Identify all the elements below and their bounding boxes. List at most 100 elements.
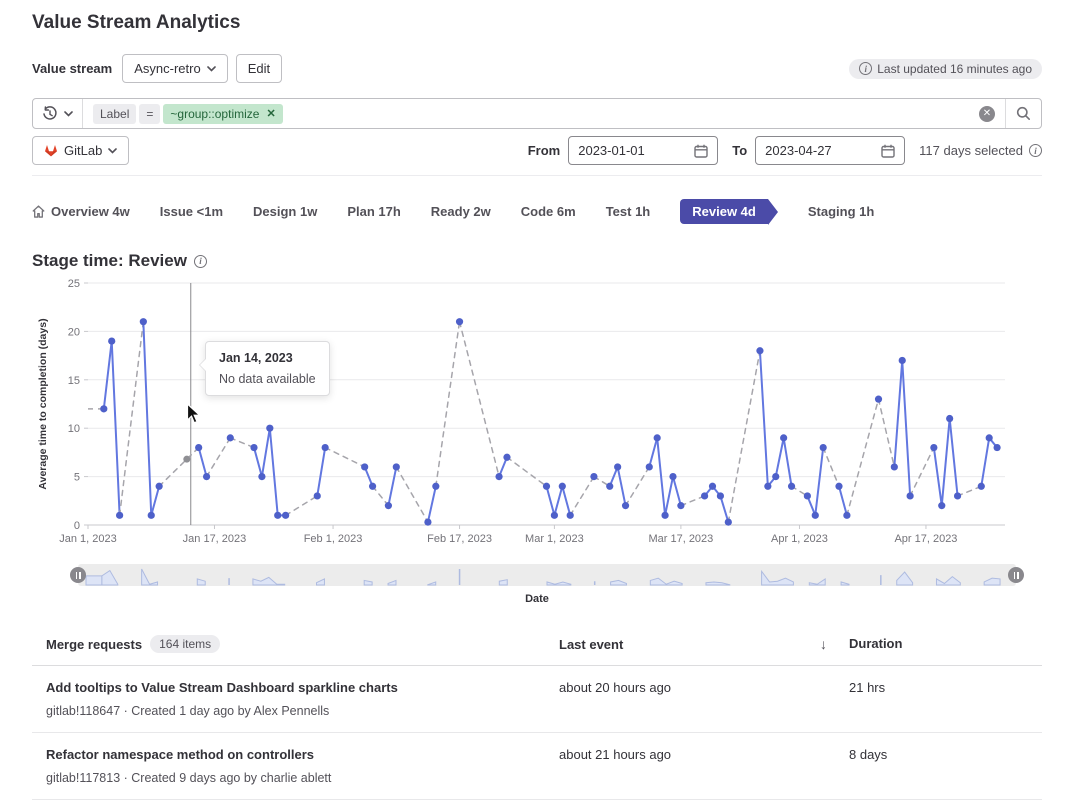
mr-last-event: about 20 hours ago — [559, 680, 849, 718]
gitlab-logo-icon — [44, 144, 58, 157]
stage-tab-label: Design 1w — [253, 204, 317, 219]
to-date-input[interactable]: 2023-04-27 — [755, 136, 905, 165]
project-dropdown[interactable]: GitLab — [32, 136, 129, 165]
stage-tab-issue[interactable]: Issue <1m — [160, 204, 223, 219]
mouse-cursor — [186, 403, 204, 425]
search-icon — [1016, 106, 1031, 121]
brush-handle-left[interactable] — [70, 567, 86, 583]
table-row: Refactored Contribution Analytics mock d… — [32, 800, 1042, 806]
filter-token-input[interactable]: Label = ~group::optimize ✕ — [83, 104, 979, 124]
x-axis-title: Date — [32, 593, 1042, 605]
svg-text:Jan 17, 2023: Jan 17, 2023 — [183, 533, 247, 545]
to-label: To — [732, 143, 747, 158]
mr-title-link[interactable]: Add tooltips to Value Stream Dashboard s… — [46, 680, 559, 697]
stage-tab-plan[interactable]: Plan 17h — [347, 204, 400, 219]
info-icon[interactable]: i — [194, 255, 207, 268]
to-date-value: 2023-04-27 — [765, 143, 832, 158]
stage-tab-overview[interactable]: Overview 4w — [32, 204, 130, 219]
stage-tab-review[interactable]: Review 4d — [680, 199, 768, 224]
last-updated-badge: i Last updated 16 minutes ago — [849, 59, 1042, 79]
table-row: Refactor namespace method on controllers… — [32, 733, 1042, 800]
stage-tab-label: Test 1h — [606, 204, 651, 219]
value-stream-controls: Value stream Async-retro Edit i Last upd… — [32, 54, 1042, 83]
brush-minimap — [78, 564, 1016, 586]
svg-text:0: 0 — [74, 520, 80, 532]
tooltip-message: No data available — [219, 372, 316, 386]
svg-text:Jan 1, 2023: Jan 1, 2023 — [59, 533, 117, 545]
table-header: Merge requests 164 items Last event ↓ Du… — [32, 625, 1042, 666]
chart-date-brush — [78, 564, 1016, 586]
calendar-icon — [694, 144, 708, 158]
value-stream-dropdown[interactable]: Async-retro — [122, 54, 227, 83]
filter-token-key[interactable]: Label — [93, 104, 136, 124]
mr-title-link[interactable]: Refactor namespace method on controllers — [46, 747, 559, 764]
svg-text:Mar 1, 2023: Mar 1, 2023 — [525, 533, 584, 545]
date-range-controls: From 2023-01-01 To 2023-04-27 117 days s… — [528, 136, 1042, 165]
clear-search-icon[interactable]: ✕ — [979, 106, 995, 122]
info-icon: i — [859, 62, 872, 75]
days-selected-value: 117 days selected — [919, 143, 1023, 158]
stage-time-chart: 0510152025Jan 1, 2023Jan 17, 2023Feb 1, … — [32, 275, 1042, 560]
filter-token-operator[interactable]: = — [139, 104, 160, 124]
stage-tab-label: Staging 1h — [808, 204, 874, 219]
stage-tab-label: Code 6m — [521, 204, 576, 219]
brush-handle-right[interactable] — [1008, 567, 1024, 583]
stage-section-title: Stage time: Review i — [32, 251, 1042, 271]
info-icon[interactable]: i — [1029, 144, 1042, 157]
edit-button[interactable]: Edit — [236, 54, 282, 83]
page-title: Value Stream Analytics — [32, 0, 1042, 34]
svg-text:20: 20 — [68, 326, 80, 338]
filter-token-value-text: ~group::optimize — [170, 107, 259, 121]
edit-button-label: Edit — [248, 61, 270, 76]
mr-duration: 21 hrs — [849, 680, 1028, 718]
tooltip-date: Jan 14, 2023 — [219, 351, 316, 365]
stage-tab-code[interactable]: Code 6m — [521, 204, 576, 219]
svg-text:25: 25 — [68, 278, 80, 290]
svg-text:Feb 1, 2023: Feb 1, 2023 — [304, 533, 363, 545]
stage-tab-label: Plan 17h — [347, 204, 400, 219]
stage-tab-ready[interactable]: Ready 2w — [431, 204, 491, 219]
stage-tab-label: Issue <1m — [160, 204, 223, 219]
chevron-down-icon — [108, 148, 117, 154]
stage-tab-label: Overview 4w — [51, 204, 130, 219]
stage-tabs-nav: Overview 4w Issue <1m Design 1w Plan 17h Rea… — [32, 197, 1042, 225]
from-label: From — [528, 143, 561, 158]
chevron-down-icon — [64, 111, 73, 117]
line-chart-canvas[interactable]: 0510152025Jan 1, 2023Jan 17, 2023Feb 1, … — [32, 275, 1042, 555]
svg-text:Apr 17, 2023: Apr 17, 2023 — [894, 533, 957, 545]
table-row: Add tooltips to Value Stream Dashboard s… — [32, 666, 1042, 733]
value-stream-label: Value stream — [32, 61, 112, 76]
chart-tooltip: Jan 14, 2023 No data available — [205, 341, 330, 396]
stage-tab-staging[interactable]: Staging 1h — [808, 204, 874, 219]
stage-tab-design[interactable]: Design 1w — [253, 204, 317, 219]
filter-bar: Label = ~group::optimize ✕ ✕ — [32, 98, 1042, 129]
history-icon — [42, 106, 58, 122]
items-count-badge: 164 items — [150, 635, 220, 653]
from-date-input[interactable]: 2023-01-01 — [568, 136, 718, 165]
brush-track[interactable] — [78, 564, 1016, 586]
mr-last-event: about 21 hours ago — [559, 747, 849, 785]
col-merge-requests: Merge requests — [46, 637, 142, 652]
mr-meta: gitlab!118647 · Created 1 day ago by Ale… — [46, 704, 559, 718]
stage-section-title-text: Stage time: Review — [32, 251, 187, 271]
recent-searches-dropdown[interactable] — [33, 99, 83, 128]
svg-text:Apr 1, 2023: Apr 1, 2023 — [771, 533, 828, 545]
svg-text:Feb 17, 2023: Feb 17, 2023 — [427, 533, 492, 545]
search-button[interactable] — [1005, 99, 1041, 128]
project-name: GitLab — [64, 143, 102, 158]
mr-duration: 8 days — [849, 747, 1028, 785]
value-stream-analytics-page: Value Stream Analytics Value stream Asyn… — [0, 0, 1074, 806]
col-last-event[interactable]: Last event — [559, 637, 623, 652]
col-duration[interactable]: Duration — [849, 636, 902, 651]
calendar-icon — [881, 144, 895, 158]
chevron-down-icon — [207, 66, 216, 72]
stage-tab-test[interactable]: Test 1h — [606, 204, 651, 219]
filter-token-value[interactable]: ~group::optimize ✕ — [163, 104, 282, 124]
mr-meta: gitlab!117813 · Created 9 days ago by ch… — [46, 771, 559, 785]
remove-token-icon[interactable]: ✕ — [266, 107, 275, 120]
sort-descending-icon[interactable]: ↓ — [820, 636, 827, 652]
days-selected-text: 117 days selected i — [919, 143, 1042, 158]
svg-text:5: 5 — [74, 472, 80, 484]
filter-row-secondary: GitLab From 2023-01-01 To 2023-04-27 — [32, 136, 1042, 176]
stage-tab-label: Ready 2w — [431, 204, 491, 219]
